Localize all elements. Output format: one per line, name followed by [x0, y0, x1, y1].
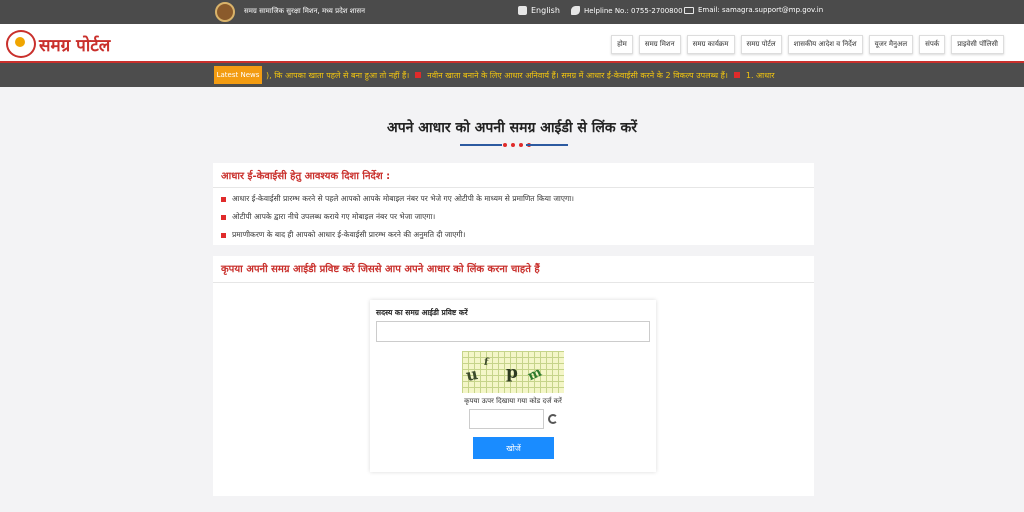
search-button[interactable]: खोजें	[473, 437, 554, 459]
nav-contact[interactable]: संपर्क	[919, 35, 946, 54]
helpline: Helpline No.: 0755-2700800	[571, 6, 683, 15]
guideline-item: आधार ई-केवाईसी प्रारम्भ करने से पहले आपक…	[221, 194, 806, 204]
nav-privacy-policy[interactable]: प्राइवेसी पॉलिसी	[951, 35, 1004, 54]
nav-samagra-mission[interactable]: समग्र मिशन	[638, 35, 681, 54]
nav-samagra-programs[interactable]: समग्र कार्यक्रम	[686, 35, 735, 54]
samagra-logo-icon	[6, 30, 36, 58]
samagra-id-label: सदस्य का समग्र आईडी प्रविष्ट करें	[376, 308, 468, 317]
samagra-id-input[interactable]	[376, 321, 650, 342]
email-text[interactable]: Email: samagra.support@mp.gov.in	[698, 6, 823, 14]
mail-icon	[684, 6, 694, 14]
guideline-item: प्रमाणीकरण के बाद ही आपको आधार ई-केवाईसी…	[221, 230, 806, 240]
phone-icon	[571, 6, 580, 15]
ticker-item[interactable]: 1. आधार	[746, 71, 775, 80]
email-contact[interactable]: Email: samagra.support@mp.gov.in	[684, 6, 823, 14]
language-label[interactable]: English	[531, 6, 560, 15]
refresh-icon[interactable]	[548, 414, 558, 424]
title-divider	[460, 143, 568, 147]
nav-home[interactable]: होम	[611, 35, 633, 54]
ticker-item[interactable]: नवीन खाता बनाने के लिए आधार अनिवार्य हैं…	[427, 71, 728, 80]
captcha-char: m	[525, 364, 545, 385]
site-header: समग्र पोर्टल होम समग्र मिशन समग्र कार्यक…	[0, 24, 1024, 63]
captcha-char: p	[506, 363, 518, 383]
ticker-text[interactable]: ), कि आपका खाता पहले से बना हुआ तो नहीं …	[266, 70, 775, 81]
ticker-item[interactable]: ), कि आपका खाता पहले से बना हुआ तो नहीं …	[266, 71, 409, 80]
bullet-icon	[733, 72, 740, 78]
nav-user-manual[interactable]: यूजर मैनुअल	[868, 35, 914, 54]
language-switch[interactable]: English	[518, 6, 560, 15]
bullet-icon	[415, 72, 422, 78]
latest-news-label: Latest News	[214, 66, 262, 84]
form-heading: कृपया अपनी समग्र आईडी प्रविष्ट करें जिसस…	[213, 256, 814, 283]
guidelines-heading: आधार ई-केवाईसी हेतु आवश्यक दिशा निर्देश …	[213, 163, 814, 188]
page-title: अपने आधार को अपनी समग्र आईडी से लिंक करे…	[387, 120, 637, 136]
department-name: समग्र सामाजिक सुरक्षा मिशन, मध्य प्रदेश …	[244, 7, 365, 15]
guideline-item: ओटीपी आपके द्वारा नीचे उपलब्ध कराये गए म…	[221, 212, 806, 222]
news-ticker: Latest News ), कि आपका खाता पहले से बना …	[0, 63, 1024, 87]
nav-samagra-portal[interactable]: समग्र पोर्टल	[740, 35, 782, 54]
site-logo[interactable]: समग्र पोर्टल	[6, 30, 110, 58]
captcha-input[interactable]	[469, 409, 544, 429]
logo-text: समग्र पोर्टल	[39, 35, 111, 56]
captcha-image: u f p m	[462, 351, 564, 393]
top-bar: समग्र सामाजिक सुरक्षा मिशन, मध्य प्रदेश …	[0, 0, 1024, 24]
helpline-text: Helpline No.: 0755-2700800	[584, 6, 683, 15]
guidelines-list: आधार ई-केवाईसी प्रारम्भ करने से पहले आपक…	[213, 188, 814, 254]
main-nav: होम समग्र मिशन समग्र कार्यक्रम समग्र पोर…	[611, 35, 1004, 54]
link-aadhaar-card: कृपया अपनी समग्र आईडी प्रविष्ट करें जिसस…	[213, 256, 814, 496]
guidelines-card: आधार ई-केवाईसी हेतु आवश्यक दिशा निर्देश …	[213, 163, 814, 245]
emblem-icon	[215, 2, 235, 22]
captcha-char: u	[464, 363, 480, 386]
captcha-help: कृपया ऊपर दिखाया गया कोड दर्ज करें	[464, 397, 562, 405]
captcha-char: f	[483, 356, 490, 369]
language-icon	[518, 6, 527, 15]
nav-government-orders[interactable]: शासकीय आदेश व निर्देश	[787, 35, 863, 54]
samagra-id-form: सदस्य का समग्र आईडी प्रविष्ट करें u f p …	[370, 300, 656, 472]
